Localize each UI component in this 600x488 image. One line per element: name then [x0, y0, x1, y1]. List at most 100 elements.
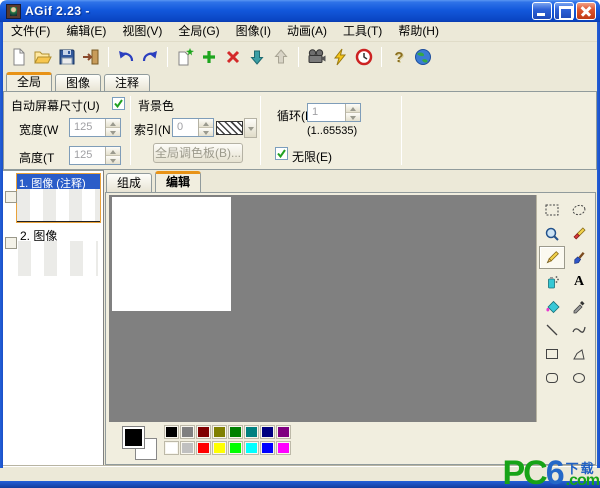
select-rectangle-tool[interactable] [539, 198, 565, 221]
spin-down-icon[interactable] [106, 128, 120, 136]
undo-button[interactable] [114, 45, 138, 69]
frame-list-item-1[interactable]: 1. 图像 (注释) [16, 173, 101, 223]
add-frame-button[interactable] [197, 45, 221, 69]
curve-tool[interactable] [566, 318, 592, 341]
menu-animation[interactable]: 动画(A) [279, 22, 335, 41]
spray-tool[interactable] [539, 270, 565, 293]
menu-file[interactable]: 文件(F) [3, 22, 58, 41]
tab-comment[interactable]: 注释 [104, 74, 150, 91]
spin-down-icon[interactable] [346, 113, 360, 121]
toolbar-separator [381, 47, 382, 67]
delete-frame-button[interactable] [221, 45, 245, 69]
rounded-rectangle-icon [544, 370, 560, 386]
menu-tools[interactable]: 工具(T) [335, 22, 390, 41]
color-swatch[interactable] [261, 442, 274, 454]
rectangle-tool[interactable] [539, 342, 565, 365]
color-dropdown-button[interactable] [244, 118, 257, 138]
select-lasso-icon [571, 202, 587, 218]
spray-can-icon [544, 274, 560, 290]
select-lasso-tool[interactable] [566, 198, 592, 221]
new-file-button[interactable] [7, 45, 31, 69]
title-bar[interactable]: AGif 2.23 - [0, 0, 600, 22]
save-button[interactable] [55, 45, 79, 69]
color-swatch[interactable] [213, 442, 226, 454]
color-swatch[interactable] [277, 426, 290, 438]
move-frame-up-button[interactable] [269, 45, 293, 69]
color-swatch[interactable] [229, 442, 242, 454]
spin-up-icon[interactable] [346, 104, 360, 113]
tab-image[interactable]: 图像 [55, 74, 101, 91]
help-button[interactable]: ? [387, 45, 411, 69]
move-frame-down-button[interactable] [245, 45, 269, 69]
loop-spinner[interactable]: 1 [307, 103, 361, 122]
spin-up-icon[interactable] [106, 119, 120, 128]
menu-global[interactable]: 全局(G) [170, 22, 227, 41]
frame-1-checkbox[interactable] [5, 191, 17, 203]
global-settings-panel: 自动屏幕尺寸(U) 宽度(W 125 高度(T 125 背景色 索引(N 0 全… [3, 91, 597, 170]
ellipse-tool[interactable] [566, 366, 592, 389]
global-palette-button[interactable]: 全局调色板(B)... [153, 143, 243, 163]
watermark-six: 6 [546, 459, 565, 488]
maximize-button[interactable] [554, 2, 574, 20]
play-animation-button[interactable] [328, 45, 352, 69]
redo-button[interactable] [138, 45, 162, 69]
spin-up-icon[interactable] [199, 119, 213, 128]
menu-help[interactable]: 帮助(H) [390, 22, 447, 41]
check-icon [276, 148, 287, 159]
frame-timing-button[interactable] [352, 45, 376, 69]
menu-image[interactable]: 图像(I) [228, 22, 279, 41]
fill-tool[interactable] [539, 294, 565, 317]
infinite-checkbox[interactable] [275, 147, 288, 160]
spin-down-icon[interactable] [106, 156, 120, 164]
tab-global[interactable]: 全局 [6, 72, 52, 91]
eyedropper-tool[interactable] [566, 294, 592, 317]
index-spinner[interactable]: 0 [172, 118, 214, 137]
frame-2-checkbox[interactable] [5, 237, 17, 249]
height-spinner[interactable]: 125 [69, 146, 121, 165]
preview-animation-button[interactable] [304, 45, 328, 69]
zoom-tool[interactable] [539, 222, 565, 245]
edit-canvas[interactable] [109, 195, 537, 422]
color-swatch[interactable] [213, 426, 226, 438]
text-tool[interactable]: A [566, 270, 592, 293]
spin-up-icon[interactable] [106, 147, 120, 156]
eraser-tool[interactable] [566, 222, 592, 245]
exit-button[interactable] [79, 45, 103, 69]
spin-down-icon[interactable] [199, 128, 213, 136]
rounded-rectangle-tool[interactable] [539, 366, 565, 389]
brush-tool[interactable] [566, 246, 592, 269]
line-tool[interactable] [539, 318, 565, 341]
panel-separator [401, 96, 402, 165]
frame-1-thumbnail[interactable] [17, 189, 100, 222]
width-spinner[interactable]: 125 [69, 118, 121, 137]
polygon-tool[interactable] [566, 342, 592, 365]
frame-drawing-surface[interactable] [112, 197, 231, 311]
color-swatch[interactable] [197, 442, 210, 454]
color-swatch[interactable] [197, 426, 210, 438]
website-button[interactable] [411, 45, 435, 69]
menu-edit[interactable]: 编辑(E) [58, 22, 114, 41]
frame-2-thumbnail[interactable] [18, 241, 98, 276]
color-swatch[interactable] [165, 426, 178, 438]
color-swatch[interactable] [245, 426, 258, 438]
tab-compose[interactable]: 组成 [106, 173, 152, 192]
color-swatch[interactable] [261, 426, 274, 438]
fg-bg-color-indicator[interactable] [122, 426, 160, 461]
color-swatch[interactable] [245, 442, 258, 454]
color-swatch[interactable] [181, 442, 194, 454]
menu-view[interactable]: 视图(V) [114, 22, 170, 41]
auto-screen-size-checkbox[interactable] [112, 97, 125, 110]
open-file-button[interactable] [31, 45, 55, 69]
color-swatch[interactable] [229, 426, 242, 438]
color-swatch[interactable] [277, 442, 290, 454]
pencil-tool[interactable] [539, 246, 565, 269]
color-swatch[interactable] [181, 426, 194, 438]
color-swatch[interactable] [165, 442, 178, 454]
tab-edit[interactable]: 编辑 [155, 171, 201, 192]
background-color-picker[interactable] [216, 118, 258, 138]
new-frame-button[interactable] [173, 45, 197, 69]
minimize-button[interactable] [532, 2, 552, 20]
close-button[interactable] [576, 2, 596, 20]
foreground-color-swatch[interactable] [122, 426, 145, 449]
width-label: 宽度(W [19, 121, 58, 138]
